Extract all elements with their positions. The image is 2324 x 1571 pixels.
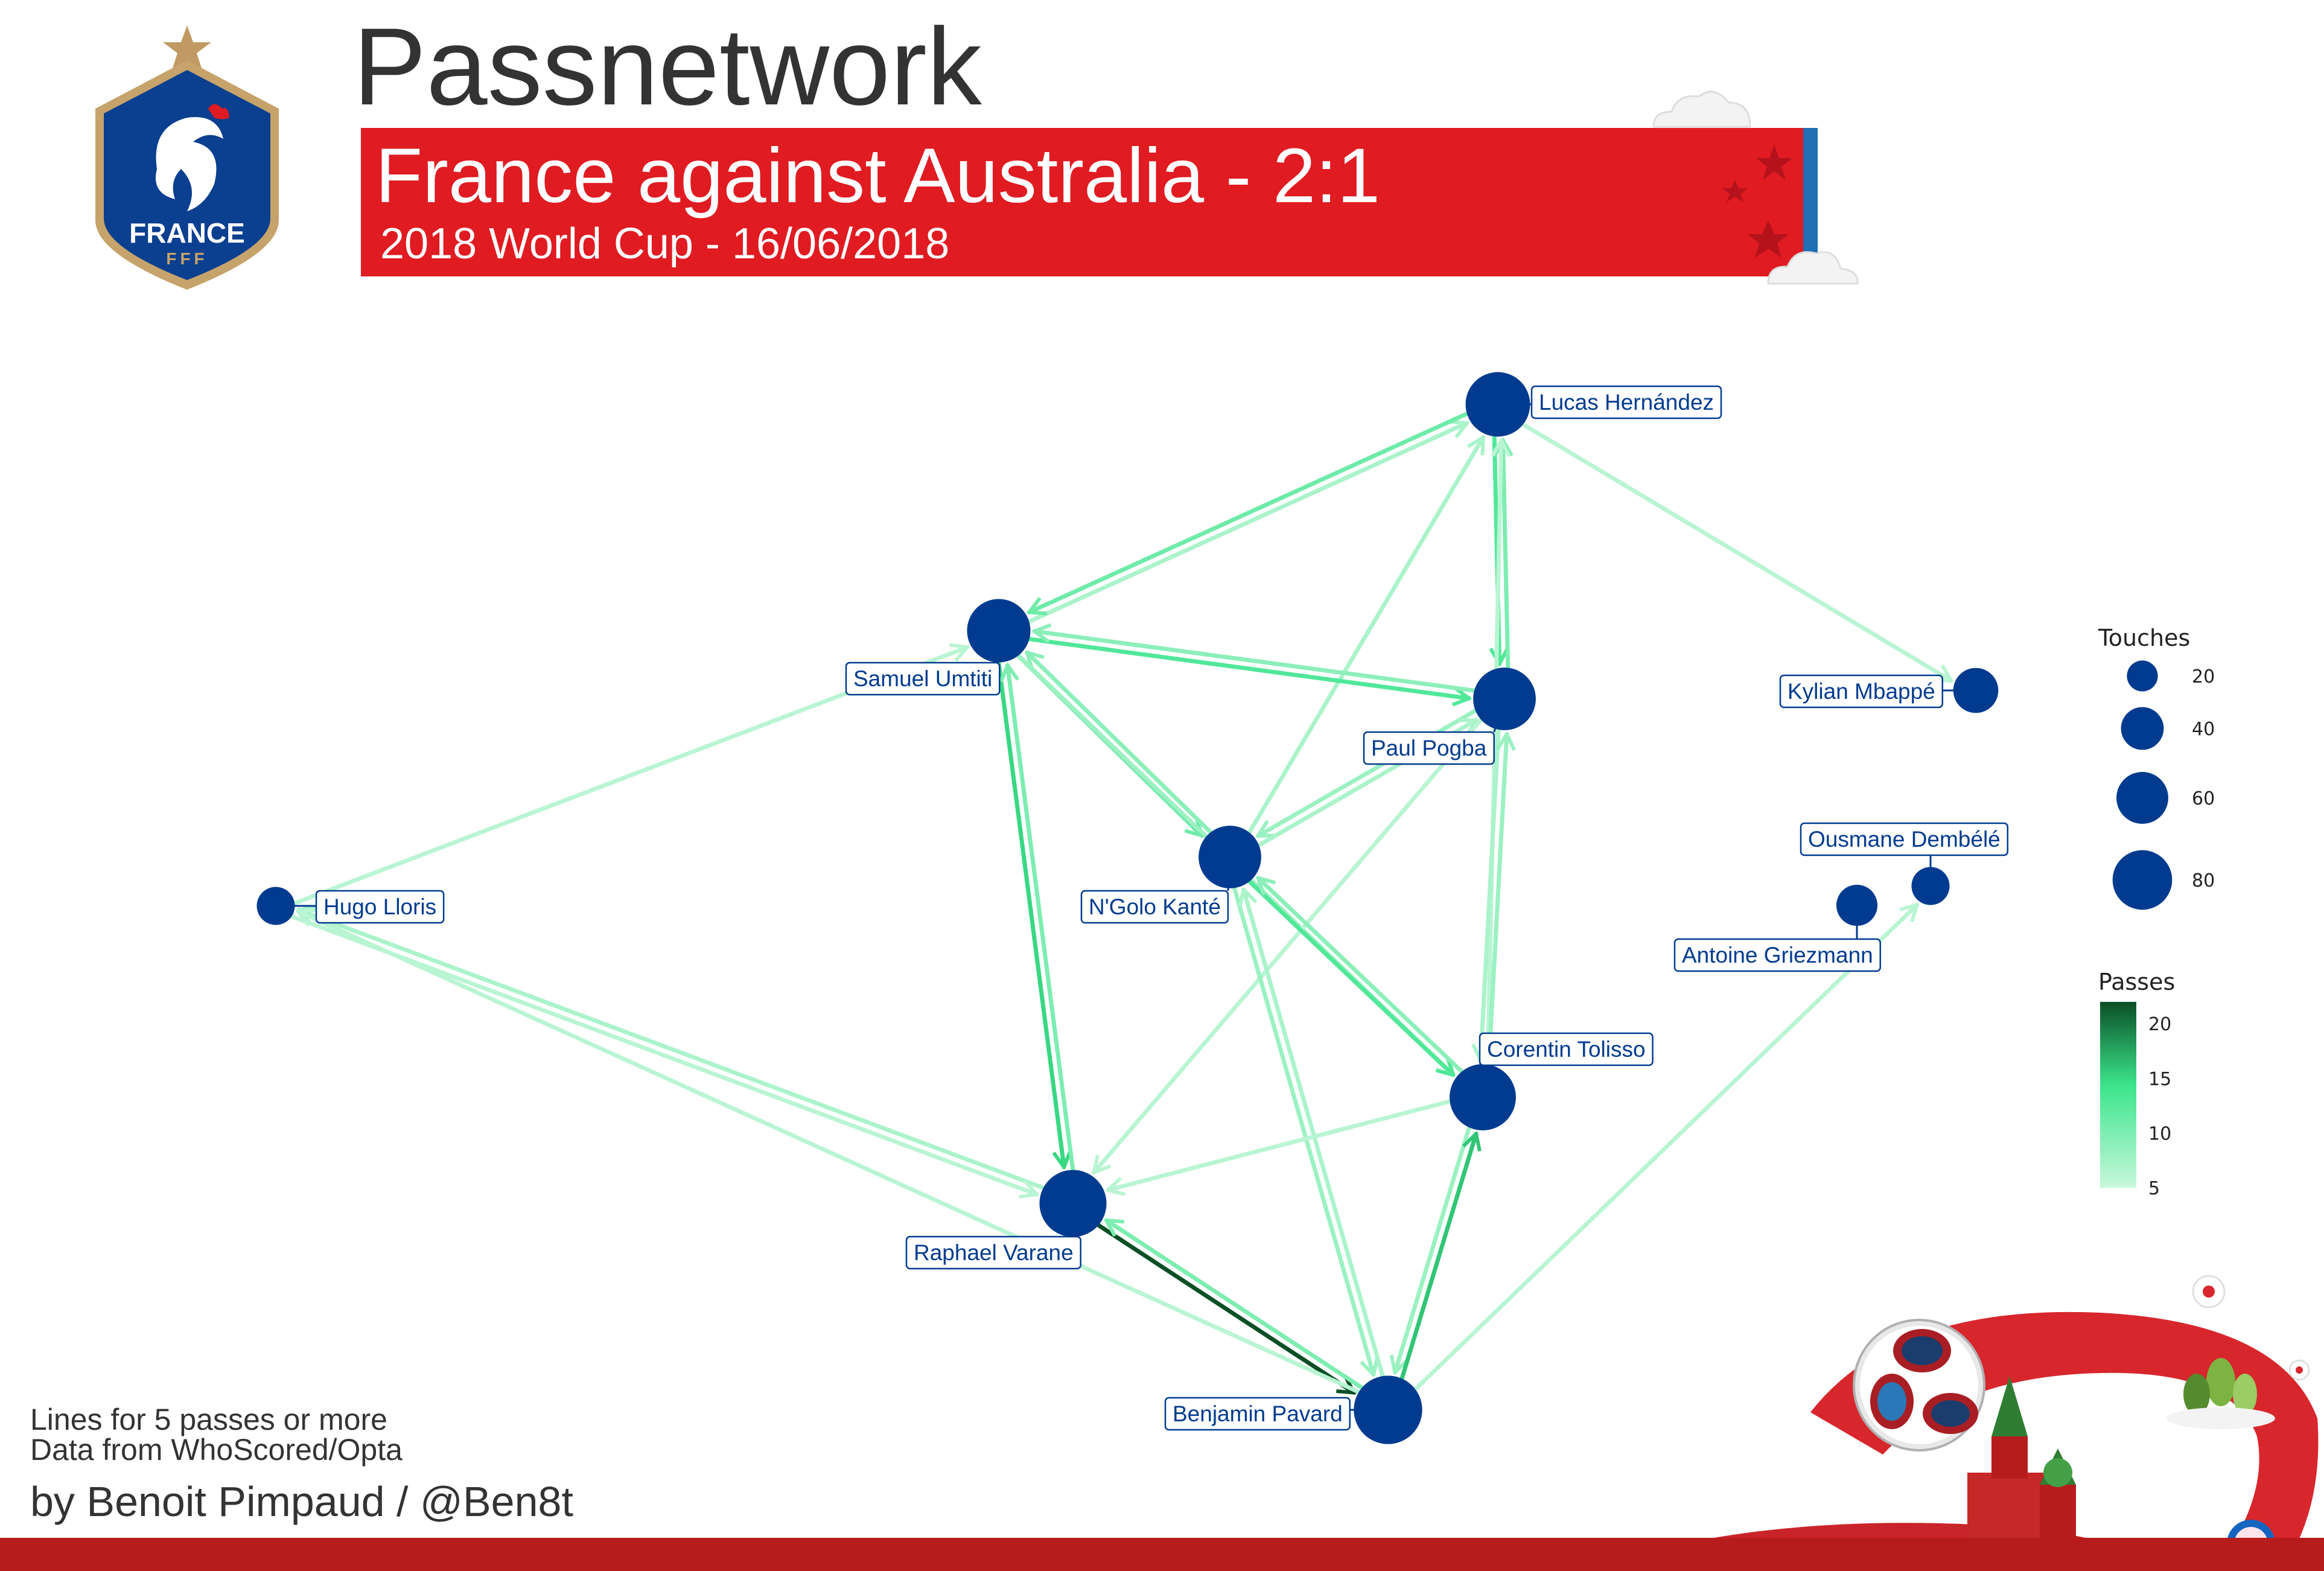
pass-line [1500,438,1511,670]
player-node-mbappe[interactable]: Kylian Mbappé [1779,668,1999,713]
pass-edge [1027,419,1469,624]
passes-colorbar [2100,1002,2136,1188]
pass-line [1027,637,1472,701]
pass-line [296,909,1361,1394]
player-label: N'Golo Kanté [1089,894,1221,919]
player-label: Corentin Tolisso [1487,1037,1646,1062]
passes-legend: Passes 5 10 15 20 [2098,969,2175,1199]
pass-line [1097,1223,1357,1395]
passes-legend-label: 20 [2148,1014,2171,1035]
player-node-tolisso[interactable]: Corentin Tolisso [1450,1032,1654,1130]
passes-legend-ticks: 5 10 15 20 [2136,1014,2171,1199]
world-cup-ball-icon [1853,1319,1985,1452]
player-label: Lucas Hernández [1539,390,1714,415]
touches-legend-circle [2112,850,2173,910]
player-node-pogba[interactable]: Paul Pogba [1363,668,1536,765]
touches-legend-label: 40 [2192,719,2215,740]
pass-edge [1232,886,1380,1377]
touches-legend-items: 20 40 60 80 [2112,660,2215,910]
bottom-stripe [0,1538,2324,1571]
passes-legend-label: 5 [2148,1178,2160,1199]
pass-line [1232,886,1376,1377]
touches-legend: Touches 20 40 60 80 [2098,625,2215,910]
player-label: Antoine Griezmann [1682,943,1873,967]
player-label: Samuel Umtiti [853,666,992,691]
touches-legend-circle [2127,660,2158,692]
footnotes: Lines for 5 passes or more Data from Who… [30,1404,403,1465]
player-node-griezmann[interactable]: Antoine Griezmann [1673,884,1881,972]
player-node-kante[interactable]: N'Golo Kanté [1080,826,1261,924]
pass-line [1106,1099,1452,1193]
pass-line [1032,629,1476,693]
player-label: Ousmane Dembélé [1808,827,2001,852]
touches-legend-circle [2116,772,2168,824]
pass-edge [1256,709,1478,838]
pass-edge [1471,727,1501,1063]
player-label: Raphael Varane [914,1240,1074,1265]
pass-line [996,660,1066,1170]
threshold-note: Lines for 5 passes or more [30,1403,387,1436]
pass-edge [296,905,1045,1190]
pass-edge [1027,637,1472,707]
player-node-dembele[interactable]: Ousmane Dembélé [1800,822,2009,905]
pass-edge [1097,1223,1357,1395]
pass-line [1392,1126,1471,1375]
pass-line [1025,650,1213,835]
touches-legend-label: 80 [2192,870,2215,891]
pass-edge [1238,887,1385,1378]
pass-line [1241,887,1385,1378]
pass-line [1027,412,1469,614]
pass-line [1521,422,1953,683]
pass-edge [996,660,1072,1170]
touches-legend-circle [2121,707,2164,750]
touches-legend-label: 20 [2192,666,2215,687]
player-label: Benjamin Pavard [1173,1401,1343,1426]
player-node-lloris[interactable]: Hugo Lloris [256,887,445,925]
pass-line [296,908,1045,1190]
player-label: Paul Pogba [1371,736,1487,760]
player-label: Hugo Lloris [323,894,436,919]
pass-edge [1399,1131,1482,1381]
pass-edge [999,663,1075,1172]
author-credit: by Benoit Pimpaud / @Ben8t [30,1478,573,1525]
pass-edge [1027,412,1469,616]
player-label: Kylian Mbappé [1788,679,1935,704]
touches-legend-label: 60 [2192,788,2215,809]
passes-legend-label: 15 [2148,1069,2171,1090]
pass-edge [1032,623,1476,693]
pass-edge [1106,1099,1452,1196]
player-node-hernandez[interactable]: Lucas Hernández [1465,372,1722,437]
data-source-note: Data from WhoScored/Opta [30,1433,403,1467]
touches-legend-title: Touches [2098,625,2190,651]
pass-edge [1389,1126,1471,1375]
passes-legend-title: Passes [2098,969,2175,995]
pass-line [1104,1218,1364,1390]
pass-line [1256,709,1478,838]
pass-edge [1104,1218,1364,1390]
pass-line [1005,663,1075,1172]
world-cup-decoration [1581,1275,2319,1571]
pass-edge [296,908,1361,1394]
passes-legend-label: 10 [2148,1123,2171,1144]
player-node-pavard[interactable]: Benjamin Pavard [1164,1375,1422,1444]
pass-edge [1521,422,1953,683]
pass-line [1027,421,1469,624]
pass-edge [1025,650,1213,835]
